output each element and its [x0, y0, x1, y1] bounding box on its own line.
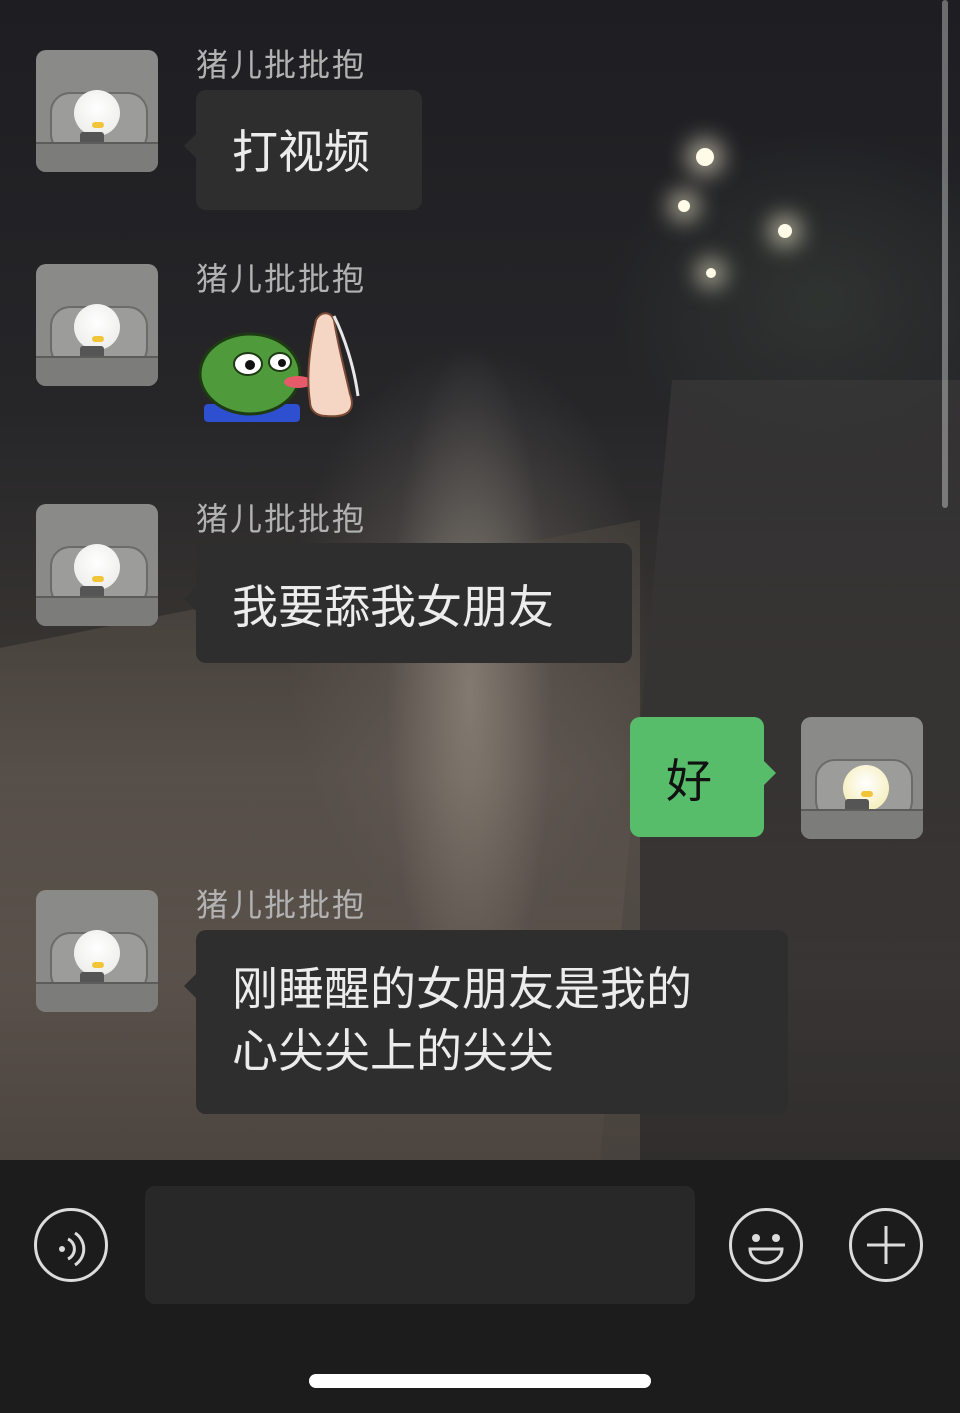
voice-icon — [59, 1231, 86, 1267]
message-text-line: 心尖尖上的尖尖 — [232, 1024, 554, 1078]
avatar-duck — [74, 304, 120, 350]
sender-name: 猪儿批批抱 — [196, 46, 367, 84]
message-bubble[interactable]: 刚睡醒的女朋友是我的 心尖尖上的尖尖 — [184, 930, 788, 1114]
message-text-line: 刚睡醒的女朋友是我的 — [232, 962, 692, 1016]
avatar-blanket — [801, 809, 923, 839]
avatar-duck — [74, 930, 120, 976]
avatar[interactable] — [36, 890, 158, 1012]
message-text: 好 — [666, 754, 712, 808]
avatar-duck — [74, 544, 120, 590]
message-text: 打视频 — [232, 125, 370, 179]
avatar-blanket — [36, 982, 158, 1012]
sender-name: 猪儿批批抱 — [196, 886, 367, 924]
frog-kissing-foot-sticker[interactable] — [198, 306, 362, 426]
avatar-blanket — [36, 596, 158, 626]
avatar-blanket — [36, 142, 158, 172]
message-bubble[interactable]: 我要舔我女朋友 — [184, 543, 632, 663]
plus-icon — [867, 1226, 905, 1264]
avatar[interactable] — [36, 50, 158, 172]
street-lamp — [696, 148, 714, 166]
avatar-beak — [92, 576, 104, 582]
emoji-icon — [748, 1234, 784, 1265]
plus-button[interactable] — [849, 1208, 923, 1282]
avatar[interactable] — [36, 504, 158, 626]
message-bubble[interactable]: 打视频 — [184, 90, 422, 210]
avatar-beak — [92, 122, 104, 128]
avatar-beak — [92, 336, 104, 342]
sender-name: 猪儿批批抱 — [196, 500, 367, 538]
emoji-button[interactable] — [729, 1208, 803, 1282]
message-input[interactable] — [145, 1186, 695, 1304]
avatar-duck — [74, 90, 120, 136]
avatar-beak — [861, 791, 873, 797]
avatar-beak — [92, 962, 104, 968]
sender-name: 猪儿批批抱 — [196, 260, 367, 298]
my-avatar[interactable] — [801, 717, 923, 839]
voice-button[interactable] — [34, 1208, 108, 1282]
street-lamp — [778, 224, 792, 238]
avatar-blanket — [36, 356, 158, 386]
message-text: 我要舔我女朋友 — [232, 580, 554, 634]
avatar[interactable] — [36, 264, 158, 386]
scrollbar[interactable] — [942, 0, 948, 508]
home-indicator[interactable] — [309, 1374, 651, 1388]
street-lamp — [706, 268, 716, 278]
message-bubble-sent[interactable]: 好 — [630, 717, 776, 837]
street-lamp — [678, 200, 690, 212]
